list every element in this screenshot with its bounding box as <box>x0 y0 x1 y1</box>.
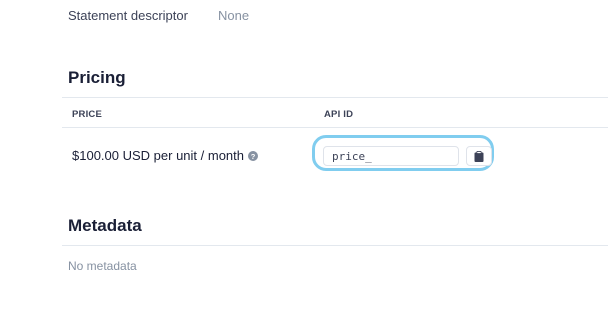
product-detail-page: Statement descriptor None Pricing PRICE … <box>0 0 608 314</box>
api-id-column-header: API ID <box>324 109 354 120</box>
pricing-heading: Pricing <box>68 68 126 87</box>
pricing-header-divider <box>62 127 608 128</box>
pricing-divider <box>62 97 608 98</box>
metadata-empty-text: No metadata <box>68 259 137 273</box>
price-label: $100.00 USD per unit / month <box>72 148 244 163</box>
statement-descriptor-row: Statement descriptor None <box>68 6 249 24</box>
statement-descriptor-value: None <box>218 7 250 23</box>
statement-descriptor-label: Statement descriptor <box>68 7 188 23</box>
question-circle-icon[interactable]: ? <box>248 150 258 161</box>
svg-text:?: ? <box>251 152 256 161</box>
price-row[interactable]: $100.00 USD per unit / month ? <box>72 148 258 163</box>
metadata-heading: Metadata <box>68 216 142 235</box>
metadata-divider <box>62 245 608 246</box>
copy-api-id-button[interactable] <box>466 146 492 166</box>
api-id-field[interactable] <box>323 146 459 166</box>
price-column-header: PRICE <box>72 109 103 120</box>
clipboard-icon <box>474 150 484 162</box>
